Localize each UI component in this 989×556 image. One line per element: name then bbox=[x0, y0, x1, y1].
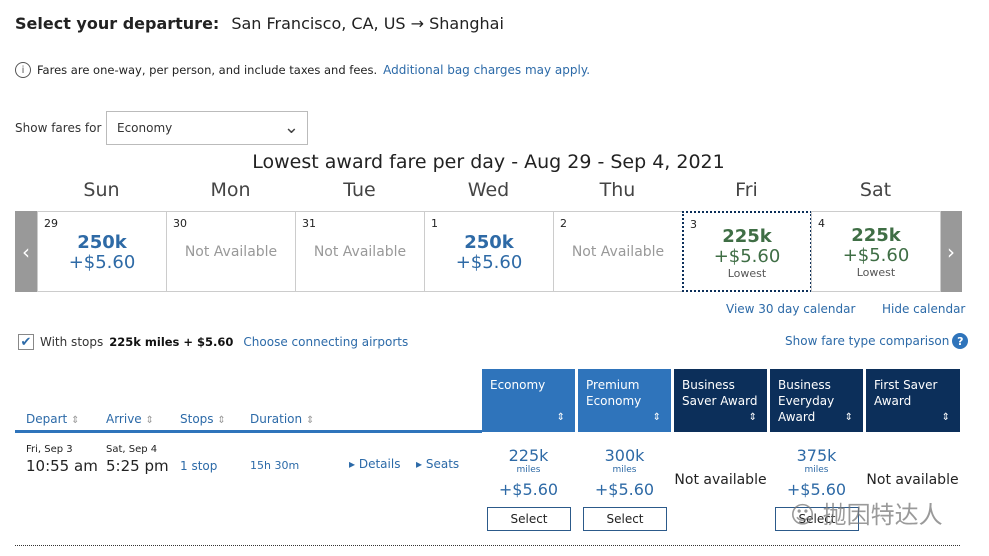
stops-link[interactable]: 1 stop bbox=[180, 459, 217, 473]
day-name: Tue bbox=[343, 179, 376, 201]
day-name: Mon bbox=[210, 179, 251, 201]
show-fares-label: Show fares for bbox=[15, 121, 102, 135]
fare-miles: 225k bbox=[508, 446, 549, 465]
sort-icon: ⇕ bbox=[652, 412, 661, 423]
date-number: 1 bbox=[431, 217, 438, 230]
info-icon: i bbox=[15, 62, 31, 78]
fare-miles: 375k bbox=[796, 446, 837, 465]
page-title: Select your departure: San Francisco, CA,… bbox=[15, 14, 504, 33]
arrive-date: Sat, Sep 4 bbox=[106, 444, 158, 455]
fare-unit: miles bbox=[516, 465, 541, 475]
day-name: Sat bbox=[859, 179, 892, 201]
fare-unit: miles bbox=[612, 465, 637, 475]
day-tax: +$5.60 bbox=[68, 252, 136, 273]
day-tax: +$5.60 bbox=[713, 246, 781, 267]
lowest-badge: Lowest bbox=[727, 267, 767, 280]
row-divider bbox=[15, 545, 960, 546]
calendar-day-cell[interactable]: 3 225k +$5.60 Lowest bbox=[682, 211, 812, 292]
day-tax: +$5.60 bbox=[842, 245, 910, 266]
fare-column-header[interactable]: Business Everyday Award ⇕ bbox=[770, 369, 863, 432]
calendar-day-cell[interactable]: 31 Not Available bbox=[295, 211, 425, 292]
fare-miles: 300k bbox=[604, 446, 645, 465]
calendar-day-cell[interactable]: 1 250k +$5.60 bbox=[424, 211, 554, 292]
day-miles: 250k bbox=[77, 232, 127, 253]
prev-week-button[interactable]: ‹ bbox=[15, 211, 37, 292]
arrive-time: 5:25 pm bbox=[106, 457, 169, 475]
select-fare-button[interactable]: Select bbox=[487, 507, 571, 531]
date-number: 31 bbox=[302, 217, 316, 230]
depart-time: 10:55 am bbox=[26, 457, 98, 475]
cabin-select[interactable]: Economy ⌄ bbox=[106, 111, 308, 145]
date-number: 29 bbox=[44, 217, 58, 230]
sort-icon: ⇕ bbox=[305, 415, 315, 426]
fare-not-available: Not available bbox=[866, 472, 959, 488]
calendar-day-cell[interactable]: 4 225k +$5.60 Lowest bbox=[811, 211, 941, 292]
calendar-day-cell[interactable]: 29 250k +$5.60 bbox=[37, 211, 167, 292]
seats-link[interactable]: ▸ Seats bbox=[416, 457, 459, 471]
date-number: 30 bbox=[173, 217, 187, 230]
route: San Francisco, CA, US → Shanghai bbox=[231, 14, 504, 33]
chevron-right-icon: › bbox=[947, 239, 955, 264]
details-link[interactable]: ▸ Details bbox=[349, 457, 400, 471]
not-available: Not Available bbox=[313, 244, 407, 260]
sort-icon: ⇕ bbox=[844, 412, 853, 423]
sort-depart[interactable]: Depart ⇕ bbox=[26, 412, 79, 426]
next-week-button[interactable]: › bbox=[940, 211, 962, 292]
calendar-title: Lowest award fare per day - Aug 29 - Sep… bbox=[252, 151, 725, 173]
day-name: Thu bbox=[599, 179, 636, 201]
header-divider bbox=[15, 430, 482, 433]
calendar-day-cell[interactable]: 30 Not Available bbox=[166, 211, 296, 292]
fare-column-header[interactable]: First Saver Award ⇕ bbox=[866, 369, 960, 432]
sort-stops[interactable]: Stops ⇕ bbox=[180, 412, 226, 426]
date-number: 2 bbox=[560, 217, 567, 230]
day-miles: 225k bbox=[722, 226, 772, 247]
view-30-day-calendar-link[interactable]: View 30 day calendar bbox=[726, 302, 855, 316]
sort-icon: ⇕ bbox=[71, 415, 80, 426]
bag-charges-link[interactable]: Additional bag charges may apply. bbox=[383, 63, 590, 77]
sort-duration[interactable]: Duration ⇕ bbox=[250, 412, 314, 426]
fare-info: i Fares are one-way, per person, and inc… bbox=[15, 62, 590, 78]
sort-icon: ⇕ bbox=[217, 415, 226, 426]
sort-icon: ⇕ bbox=[748, 412, 757, 423]
duration: 15h 30m bbox=[250, 459, 300, 472]
watermark-logo: ☺ 抛因特达人 bbox=[790, 501, 943, 529]
lowest-badge: Lowest bbox=[856, 266, 896, 279]
fare-tax: +$5.60 bbox=[594, 480, 655, 499]
chevron-left-icon: ‹ bbox=[22, 239, 30, 264]
calendar-day-cell[interactable]: 2 Not Available bbox=[553, 211, 683, 292]
sort-icon: ⇕ bbox=[941, 412, 950, 423]
with-stops-checkbox[interactable]: ✔ bbox=[18, 334, 34, 350]
show-fare-type-comparison-link[interactable]: Show fare type comparison bbox=[785, 334, 949, 348]
depart-date: Fri, Sep 3 bbox=[26, 444, 73, 455]
day-name: Sun bbox=[83, 179, 120, 201]
fare-column-header[interactable]: Business Saver Award ⇕ bbox=[674, 369, 767, 432]
with-stops-filter: ✔ With stops 225k miles + $5.60 Choose c… bbox=[18, 334, 408, 350]
fare-column-header[interactable]: Economy ⇕ bbox=[482, 369, 575, 432]
select-fare-button[interactable]: Select bbox=[583, 507, 667, 531]
fare-unit: miles bbox=[804, 465, 829, 475]
day-tax: +$5.60 bbox=[455, 252, 523, 273]
not-available: Not Available bbox=[184, 244, 278, 260]
help-icon[interactable]: ? bbox=[952, 333, 969, 349]
fare-comparison[interactable]: Show fare type comparison ? bbox=[785, 333, 969, 349]
chevron-down-icon: ⌄ bbox=[283, 117, 299, 138]
hide-calendar-link[interactable]: Hide calendar bbox=[882, 302, 965, 316]
choose-connecting-airports-link[interactable]: Choose connecting airports bbox=[243, 335, 408, 349]
day-miles: 225k bbox=[851, 225, 901, 246]
fare-column-header[interactable]: Premium Economy ⇕ bbox=[578, 369, 671, 432]
sort-icon: ⇕ bbox=[556, 412, 565, 423]
sort-icon: ⇕ bbox=[145, 415, 154, 426]
day-miles: 250k bbox=[464, 232, 514, 253]
day-name: Fri bbox=[735, 179, 758, 201]
fare-not-available: Not available bbox=[674, 472, 767, 488]
not-available: Not Available bbox=[571, 244, 665, 260]
fare-tax: +$5.60 bbox=[498, 480, 559, 499]
sort-arrive[interactable]: Arrive ⇕ bbox=[106, 412, 154, 426]
day-name: Wed bbox=[467, 179, 510, 201]
